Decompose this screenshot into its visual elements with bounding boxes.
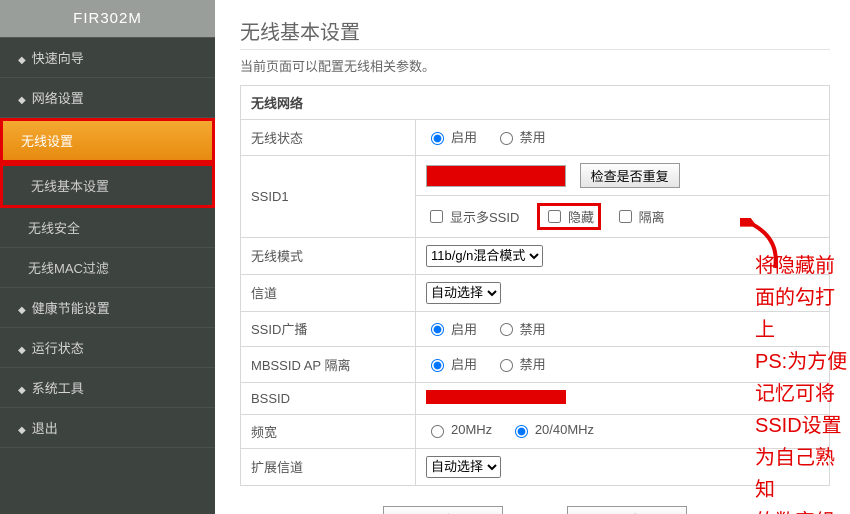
broadcast-disable[interactable]: 禁用	[495, 319, 546, 338]
menu-logout[interactable]: 退出	[0, 408, 215, 448]
status-enable[interactable]: 启用	[426, 127, 477, 146]
menu-status[interactable]: 运行状态	[0, 328, 215, 368]
ssid1-input[interactable]	[426, 165, 566, 187]
annotation-line4: 的数字组合	[755, 506, 850, 514]
annotation-line3: SSID设置为自己熟知	[755, 410, 850, 506]
group-header: 无线网络	[241, 86, 830, 120]
menu-wireless-label: 无线设置	[21, 134, 73, 149]
row-extch-label: 扩展信道	[241, 448, 416, 485]
menu-wireless[interactable]: 无线设置	[0, 118, 215, 163]
highlight-hide-checkbox: 隐藏	[537, 203, 601, 230]
row-mode-label: 无线模式	[241, 237, 416, 274]
row-ssid1-value: 检查是否重复	[416, 155, 830, 195]
mbssid-disable[interactable]: 禁用	[495, 354, 546, 373]
settings-table: 无线网络 无线状态 启用 禁用 SSID1 检查是否重复 显示多SSID	[240, 85, 830, 486]
row-bssid-label: BSSID	[241, 382, 416, 414]
menu-network[interactable]: 网络设置	[0, 78, 215, 118]
submenu-security[interactable]: 无线安全	[0, 208, 215, 248]
row-status-label: 无线状态	[241, 120, 416, 156]
bandwidth-2040[interactable]: 20/40MHz	[510, 422, 594, 438]
annotation-text: 将隐藏前面的勾打上 PS:为方便记忆可将 SSID设置为自己熟知 的数字组合	[755, 250, 850, 514]
submenu-basic[interactable]: 无线基本设置	[0, 163, 215, 208]
extch-select[interactable]: 自动选择	[426, 456, 501, 478]
row-ssid1-label: SSID1	[241, 155, 416, 237]
mbssid-enable[interactable]: 启用	[426, 354, 477, 373]
submenu-macfilter[interactable]: 无线MAC过滤	[0, 248, 215, 288]
bssid-redacted	[426, 390, 566, 404]
app-root: FIR302M 快速向导 网络设置 无线设置 无线基本设置 无线安全 无线MAC…	[0, 0, 850, 514]
page-title: 无线基本设置	[240, 10, 830, 49]
menu-quick-wizard[interactable]: 快速向导	[0, 38, 215, 78]
menu-energy[interactable]: 健康节能设置	[0, 288, 215, 328]
cancel-button[interactable]: 取消	[567, 506, 687, 514]
row-channel-label: 信道	[241, 274, 416, 311]
row-ssid1-checks: 显示多SSID 隐藏 隔离	[416, 195, 830, 237]
annotation-line2: PS:为方便记忆可将	[755, 346, 850, 410]
row-broadcast-label: SSID广播	[241, 311, 416, 347]
chk-isolate[interactable]: 隔离	[615, 207, 665, 226]
chk-multi-ssid[interactable]: 显示多SSID	[426, 207, 519, 226]
row-mbssid-label: MBSSID AP 隔离	[241, 347, 416, 383]
page-desc: 当前页面可以配置无线相关参数。	[240, 49, 830, 85]
mode-select[interactable]: 11b/g/n混合模式	[426, 245, 543, 267]
bandwidth-20[interactable]: 20MHz	[426, 422, 492, 438]
save-button[interactable]: 保存	[383, 506, 503, 514]
channel-select[interactable]: 自动选择	[426, 282, 501, 304]
check-duplicate-button[interactable]: 检查是否重复	[580, 163, 680, 188]
button-row: 保存 取消	[240, 506, 830, 514]
content: 无线基本设置 当前页面可以配置无线相关参数。 无线网络 无线状态 启用 禁用 S…	[215, 0, 850, 514]
chk-hide-ssid[interactable]: 隐藏	[544, 207, 594, 226]
broadcast-enable[interactable]: 启用	[426, 319, 477, 338]
annotation-line1: 将隐藏前面的勾打上	[755, 250, 850, 346]
menu-tools[interactable]: 系统工具	[0, 368, 215, 408]
row-bandwidth-label: 频宽	[241, 414, 416, 448]
status-disable[interactable]: 禁用	[495, 127, 546, 146]
sidebar-title: FIR302M	[0, 0, 215, 38]
row-status-value: 启用 禁用	[416, 120, 830, 156]
sidebar: FIR302M 快速向导 网络设置 无线设置 无线基本设置 无线安全 无线MAC…	[0, 0, 215, 514]
